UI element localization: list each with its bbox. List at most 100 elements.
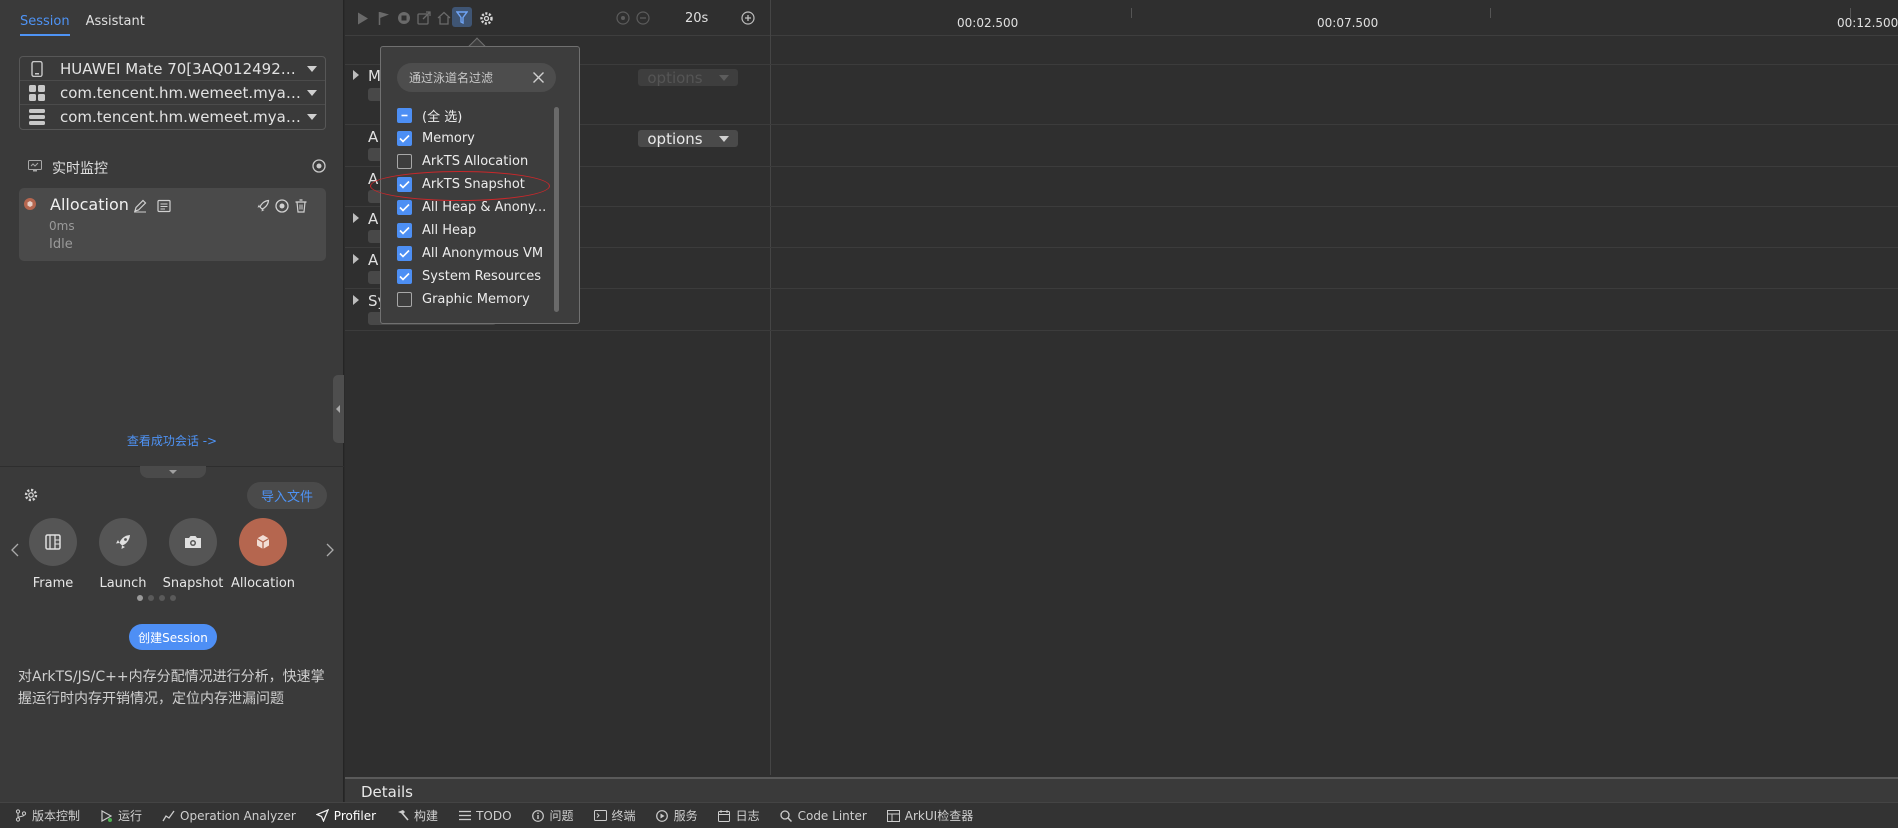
- filter-item-all-heap[interactable]: All Heap: [397, 221, 557, 239]
- details-list-icon[interactable]: [157, 199, 171, 217]
- checkbox-partial[interactable]: [397, 107, 412, 123]
- statusbar-log[interactable]: 日志: [718, 807, 760, 824]
- session-tabs: Session Assistant: [20, 12, 145, 36]
- page-dot[interactable]: [159, 595, 165, 601]
- checkbox-unchecked[interactable]: [397, 153, 412, 169]
- lane-options-dropdown[interactable]: options: [638, 69, 738, 87]
- device-dropdown[interactable]: HUAWEI Mate 70[3AQ0124929...: [20, 57, 325, 81]
- statusbar-label: 版本控制: [32, 809, 81, 823]
- checkbox-checked[interactable]: [397, 130, 412, 146]
- flag-icon[interactable]: [376, 10, 392, 26]
- duration-label: 20s: [685, 11, 709, 26]
- lane-label: A: [368, 251, 379, 269]
- tab-assistant[interactable]: Assistant: [86, 12, 145, 36]
- filter-item-all-anonymous-vm[interactable]: All Anonymous VM: [397, 244, 557, 262]
- checkbox-checked[interactable]: [397, 222, 412, 238]
- expand-arrow-icon[interactable]: [353, 213, 359, 223]
- lane-options-dropdown[interactable]: options: [638, 129, 738, 148]
- statusbar-todo[interactable]: TODO: [458, 809, 512, 823]
- statusbar-label: 日志: [735, 809, 760, 823]
- checkbox-checked[interactable]: [397, 199, 412, 215]
- process-dropdown[interactable]: com.tencent.hm.wemeet.myapp...: [20, 105, 325, 129]
- lane-label: M: [368, 67, 381, 85]
- expand-arrow-icon[interactable]: [353, 70, 359, 80]
- chevron-down-icon: [307, 65, 317, 72]
- statusbar-problems[interactable]: 问题: [532, 807, 574, 824]
- gear-icon[interactable]: [23, 487, 39, 507]
- tool-frame[interactable]: Frame: [18, 518, 88, 591]
- home-icon[interactable]: [436, 10, 452, 26]
- lane-separator: [345, 330, 1898, 331]
- statusbar-services[interactable]: 服务: [656, 807, 698, 824]
- statusbar-arkui-inspector[interactable]: ArkUI检查器: [886, 807, 974, 824]
- statusbar-version-control[interactable]: 版本控制: [14, 807, 80, 824]
- app-dropdown[interactable]: com.tencent.hm.wemeet.myapp...: [20, 81, 325, 105]
- statusbar-run[interactable]: 运行: [100, 807, 142, 824]
- filter-item-memory[interactable]: Memory: [397, 129, 557, 147]
- timeline-tick: 00:02.500: [957, 16, 1019, 30]
- chevron-down-icon: [307, 89, 317, 96]
- bottom-tool-bar: 版本控制 运行 Operation Analyzer Profiler 构建 T…: [0, 802, 1898, 828]
- import-file-button[interactable]: 导入文件: [247, 482, 327, 509]
- timeline-ruler[interactable]: 00:02.500 00:07.500 00:12.500: [770, 0, 1898, 36]
- delete-trash-icon[interactable]: [294, 199, 308, 217]
- zoom-out-icon[interactable]: [635, 10, 651, 26]
- edit-icon[interactable]: [133, 199, 147, 217]
- lane-label: A: [368, 128, 379, 146]
- statusbar-operation-analyzer[interactable]: Operation Analyzer: [162, 809, 296, 823]
- tab-session[interactable]: Session: [20, 12, 70, 36]
- statusbar-label: 运行: [118, 809, 143, 823]
- settings-gear-icon[interactable]: [478, 10, 494, 26]
- statusbar-label: Code Linter: [797, 808, 867, 823]
- statusbar-profiler[interactable]: Profiler: [315, 809, 376, 823]
- filter-icon[interactable]: [452, 7, 472, 27]
- stop-record-icon[interactable]: [396, 10, 412, 26]
- statusbar-code-linter[interactable]: Code Linter: [780, 809, 867, 823]
- statusbar-build[interactable]: 构建: [396, 807, 438, 824]
- filter-item-label: All Heap: [422, 222, 477, 238]
- close-icon[interactable]: [532, 71, 545, 84]
- zoom-reset-icon[interactable]: [615, 10, 631, 26]
- tool-launch[interactable]: Launch: [88, 518, 158, 591]
- details-panel-header[interactable]: Details: [345, 777, 1898, 802]
- record-icon[interactable]: [275, 199, 289, 217]
- launch-rocket-icon[interactable]: [256, 199, 270, 217]
- zoom-in-icon[interactable]: [740, 10, 756, 26]
- divider-handle[interactable]: [140, 466, 206, 478]
- expand-arrow-icon[interactable]: [353, 295, 359, 305]
- page-dot[interactable]: [148, 595, 154, 601]
- filter-item-graphic-memory[interactable]: Graphic Memory: [397, 290, 557, 308]
- filter-item-select-all[interactable]: (全 选): [397, 106, 557, 125]
- play-icon[interactable]: [355, 10, 371, 26]
- statusbar-label: 终端: [611, 809, 636, 823]
- checkbox-checked[interactable]: [397, 268, 412, 284]
- view-success-sessions-link[interactable]: 查看成功会话 ->: [0, 432, 344, 449]
- record-target-icon[interactable]: [312, 159, 326, 177]
- filter-item-arkts-allocation[interactable]: ArkTS Allocation: [397, 152, 557, 170]
- statusbar-label: ArkUI检查器: [904, 809, 974, 823]
- filter-item-system-resources[interactable]: System Resources: [397, 267, 557, 285]
- allocation-session-card[interactable]: Allocation 0ms Idle: [19, 188, 326, 261]
- tool-description: 对ArkTS/JS/C++内存分配情况进行分析，快速掌握运行时内存开销情况，定位…: [18, 669, 325, 707]
- page-dot[interactable]: [170, 595, 176, 601]
- highlight-annotation-ellipse: [370, 171, 550, 201]
- popup-scrollbar[interactable]: [554, 107, 559, 312]
- terminal-icon: [593, 809, 607, 822]
- chevron-right-icon[interactable]: [326, 543, 334, 561]
- filter-item-label: (全 选): [422, 109, 463, 125]
- checkbox-checked[interactable]: [397, 245, 412, 261]
- service-icon: [656, 809, 669, 822]
- create-session-button[interactable]: 创建Session: [129, 624, 217, 650]
- statusbar-terminal[interactable]: 终端: [593, 807, 636, 824]
- expand-arrow-icon[interactable]: [353, 254, 359, 264]
- panel-collapse-handle[interactable]: [333, 375, 344, 443]
- options-label: options: [647, 129, 703, 148]
- tool-allocation[interactable]: Allocation: [228, 518, 298, 591]
- page-dot[interactable]: [137, 595, 143, 601]
- info-icon: [532, 809, 545, 822]
- tool-snapshot[interactable]: Snapshot: [158, 518, 228, 591]
- statusbar-label: 问题: [549, 809, 574, 823]
- export-icon[interactable]: [416, 10, 432, 26]
- checkbox-unchecked[interactable]: [397, 291, 412, 307]
- lane-filter-input[interactable]: [397, 63, 527, 92]
